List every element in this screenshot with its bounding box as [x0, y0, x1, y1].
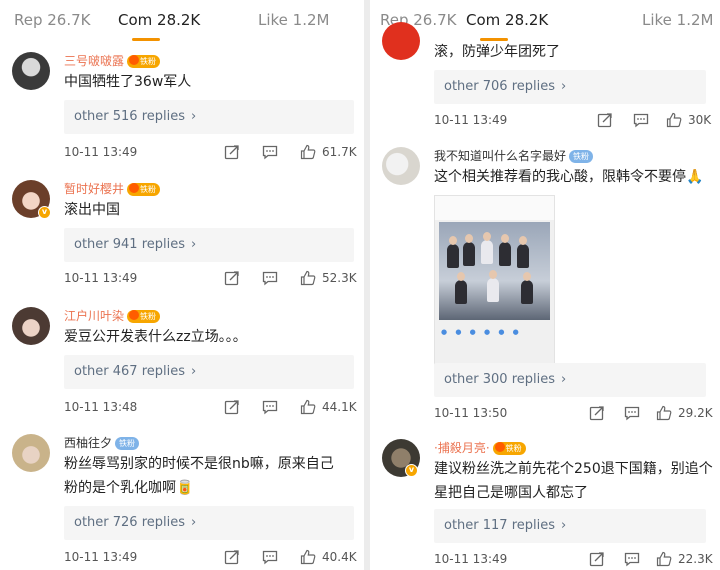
group-photo	[439, 222, 550, 320]
username[interactable]: 江户川叶染 铁粉	[64, 307, 161, 324]
avatar[interactable]	[12, 434, 50, 472]
embedded-screenshot-image[interactable]: ● ● ● ● ● ●	[434, 195, 555, 367]
tab-active-indicator	[132, 38, 160, 41]
comment-text: 滚，防弹少年团死了	[434, 44, 560, 60]
like-count: 30K	[688, 113, 712, 127]
share-icon[interactable]	[589, 405, 605, 421]
username[interactable]: 三号啵啵露 铁粉	[64, 52, 161, 69]
share-icon[interactable]	[597, 112, 613, 128]
tab-likes[interactable]: Like 1.2M	[642, 11, 713, 29]
share-icon[interactable]	[224, 144, 240, 160]
comment-date: 10-11 13:49	[64, 145, 138, 159]
like-icon[interactable]	[656, 551, 672, 567]
more-replies-link[interactable]: other 941 replies ›	[64, 228, 354, 262]
status-bar	[435, 196, 554, 208]
like-count: 40.4K	[322, 550, 357, 564]
comment-date: 10-11 13:49	[64, 550, 138, 564]
comment-meta: 10-11 13:49 40.4K	[64, 547, 357, 567]
like-count: 29.2K	[678, 406, 713, 420]
share-icon[interactable]	[224, 270, 240, 286]
comment-text: 爱豆公开发表什么zz立场。。。	[64, 329, 247, 345]
fan-badge: 铁粉	[127, 183, 161, 196]
fan-badge: 铁粉	[569, 150, 594, 163]
verified-icon: v	[405, 464, 418, 477]
like-icon[interactable]	[300, 399, 316, 415]
avatar[interactable]	[12, 52, 50, 90]
comment-date: 10-11 13:49	[434, 113, 508, 127]
fan-badge: 铁粉	[492, 442, 526, 455]
more-replies-link[interactable]: other 516 replies ›	[64, 100, 354, 134]
comment-meta: 10-11 13:50 29.2K	[434, 403, 713, 423]
username[interactable]: ·捕殺月亮· 铁粉	[434, 439, 526, 456]
comment-date: 10-11 13:48	[64, 400, 138, 414]
comment-meta: 10-11 13:49 52.3K	[64, 268, 357, 288]
right-screenshot-panel: Rep 26.7K Com 28.2K Like 1.2M 滚，防弹少年团死了 …	[370, 0, 720, 570]
comment-icon[interactable]	[262, 549, 278, 565]
comment-icon[interactable]	[624, 405, 640, 421]
more-replies-link[interactable]: other 467 replies ›	[64, 355, 354, 389]
share-icon[interactable]	[589, 551, 605, 567]
like-count: 22.3K	[678, 552, 713, 566]
like-count: 61.7K	[322, 145, 357, 159]
username[interactable]: 暂时好樱井 铁粉	[64, 180, 161, 197]
more-replies-link[interactable]: other 300 replies ›	[434, 363, 706, 397]
more-replies-link[interactable]: other 706 replies ›	[434, 70, 706, 104]
tab-likes[interactable]: Like 1.2M	[258, 11, 329, 29]
like-icon[interactable]	[300, 270, 316, 286]
action-icons-row: ● ● ● ● ● ●	[441, 328, 522, 336]
nav-bar	[435, 208, 554, 220]
like-icon[interactable]	[656, 405, 672, 421]
comment-meta: 10-11 13:49 22.3K	[434, 549, 713, 569]
like-icon[interactable]	[300, 549, 316, 565]
like-icon[interactable]	[300, 144, 316, 160]
comment-meta: 10-11 13:49 30K	[434, 110, 712, 130]
tab-reposts[interactable]: Rep 26.7K	[14, 11, 91, 29]
fan-badge: 铁粉	[127, 55, 161, 68]
avatar[interactable]	[12, 307, 50, 345]
share-icon[interactable]	[224, 399, 240, 415]
share-icon[interactable]	[224, 549, 240, 565]
fan-badge: 铁粉	[115, 437, 140, 450]
fan-badge: 铁粉	[127, 310, 161, 323]
more-replies-link[interactable]: other 117 replies ›	[434, 509, 706, 543]
comment-icon[interactable]	[624, 551, 640, 567]
verified-icon: v	[38, 206, 51, 219]
username[interactable]: 西柚往夕 铁粉	[64, 434, 140, 451]
comment-text: 建议粉丝洗之前先花个250退下国籍，别追个 星把自己是哪国人都忘了	[434, 461, 713, 501]
like-count: 44.1K	[322, 400, 357, 414]
comment-date: 10-11 13:50	[434, 406, 508, 420]
comment-text: 滚出中国	[64, 202, 120, 218]
like-icon[interactable]	[666, 112, 682, 128]
comment-icon[interactable]	[262, 270, 278, 286]
comment-date: 10-11 13:49	[64, 271, 138, 285]
left-screenshot-panel: Rep 26.7K Com 28.2K Like 1.2M 三号啵啵露 铁粉 中国…	[0, 0, 364, 570]
tab-bar: Rep 26.7K Com 28.2K Like 1.2M	[370, 0, 720, 44]
like-count: 52.3K	[322, 271, 357, 285]
tab-bar: Rep 26.7K Com 28.2K Like 1.2M	[0, 0, 364, 44]
comment-icon[interactable]	[262, 144, 278, 160]
comment-text: 中国牺牲了36w军人	[64, 74, 192, 90]
comment-text: 粉丝辱骂别家的时候不是很nb嘛，原来自己 粉的是个乳化咖啊🥫	[64, 456, 334, 496]
comment-meta: 10-11 13:48 44.1K	[64, 397, 357, 417]
tab-comments[interactable]: Com 28.2K	[118, 11, 200, 29]
comment-icon[interactable]	[633, 112, 649, 128]
tab-comments[interactable]: Com 28.2K	[466, 11, 548, 29]
avatar[interactable]	[382, 147, 420, 185]
more-replies-link[interactable]: other 726 replies ›	[64, 506, 354, 540]
comment-icon[interactable]	[262, 399, 278, 415]
comment-text: 这个相关推荐看的我心酸，限韩令不要停🙏	[434, 169, 704, 185]
comment-date: 10-11 13:49	[434, 552, 508, 566]
username[interactable]: 我不知道叫什么名字最好 铁粉	[434, 147, 594, 164]
avatar[interactable]	[382, 22, 420, 60]
comment-meta: 10-11 13:49 61.7K	[64, 142, 357, 162]
